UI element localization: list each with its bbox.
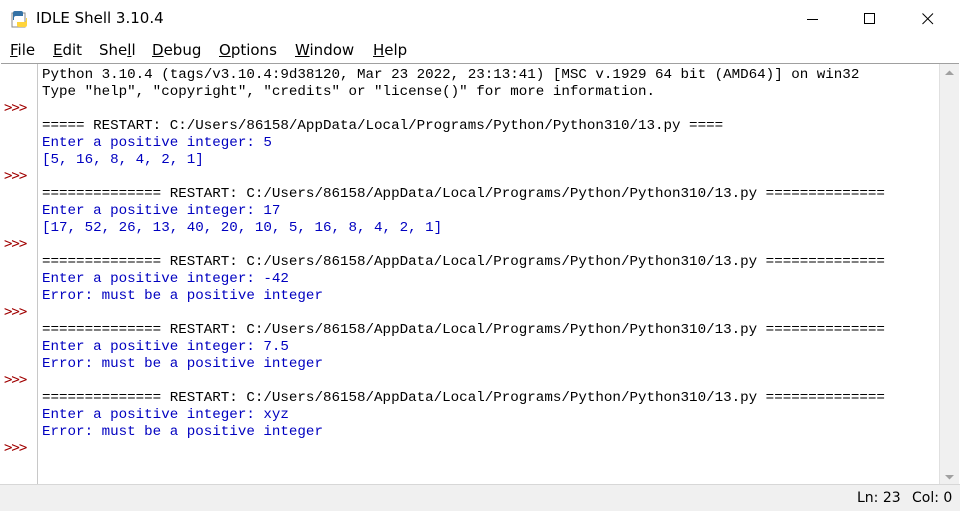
- shell-prompt: >>>: [4, 168, 27, 184]
- shell-editor[interactable]: >>> >>> >>> >>> >>> >>> Python 3.10.4 (t…: [1, 63, 959, 485]
- window-title: IDLE Shell 3.10.4: [36, 9, 164, 27]
- shell-prompt: >>>: [4, 304, 27, 320]
- stdout-line: [5, 16, 8, 4, 2, 1]: [42, 152, 204, 168]
- shell-line: Python 3.10.4 (tags/v3.10.4:9d38120, Mar…: [42, 67, 860, 83]
- maximize-icon: [864, 13, 875, 24]
- menu-window[interactable]: Window: [295, 41, 354, 59]
- menu-debug[interactable]: Debug: [152, 41, 201, 59]
- shell-line: ============== RESTART: C:/Users/86158/A…: [42, 186, 885, 202]
- close-button[interactable]: [899, 0, 957, 38]
- scroll-up-button[interactable]: [940, 64, 959, 81]
- shell-prompt: >>>: [4, 236, 27, 252]
- stdout-line: [17, 52, 26, 13, 40, 20, 10, 5, 16, 8, 4…: [42, 220, 443, 236]
- shell-line: Type "help", "copyright", "credits" or "…: [42, 84, 655, 100]
- shell-output[interactable]: Python 3.10.4 (tags/v3.10.4:9d38120, Mar…: [42, 67, 937, 485]
- stdout-line: Error: must be a positive integer: [42, 288, 323, 304]
- shell-line: ============== RESTART: C:/Users/86158/A…: [42, 254, 885, 270]
- scroll-down-icon: [945, 474, 954, 479]
- status-col: Col: 0: [912, 490, 953, 506]
- vertical-scrollbar[interactable]: [939, 64, 959, 485]
- shell-line: ============== RESTART: C:/Users/86158/A…: [42, 322, 885, 338]
- shell-prompt: >>>: [4, 372, 27, 388]
- python-idle-icon: [11, 10, 29, 28]
- shell-line: ============== RESTART: C:/Users/86158/A…: [42, 390, 885, 406]
- stdout-line: Enter a positive integer: 17: [42, 203, 281, 219]
- menu-edit[interactable]: Edit: [53, 41, 82, 59]
- stdout-line: Enter a positive integer: 7.5: [42, 339, 289, 355]
- stdout-line: Error: must be a positive integer: [42, 424, 323, 440]
- maximize-button[interactable]: [841, 0, 899, 38]
- title-bar: IDLE Shell 3.10.4: [0, 0, 960, 38]
- menu-help[interactable]: Help: [373, 41, 407, 59]
- stdout-line: Enter a positive integer: 5: [42, 135, 272, 151]
- stdout-line: Enter a positive integer: -42: [42, 271, 289, 287]
- shell-line: ===== RESTART: C:/Users/86158/AppData/Lo…: [42, 118, 724, 134]
- shell-prompt: >>>: [4, 100, 27, 116]
- scroll-down-button[interactable]: [940, 468, 959, 485]
- stdout-line: Error: must be a positive integer: [42, 356, 323, 372]
- close-icon: [922, 13, 934, 25]
- prompt-gutter: >>> >>> >>> >>> >>> >>>: [1, 64, 38, 485]
- status-line: Ln: 23: [857, 490, 901, 506]
- stdout-line: Enter a positive integer: xyz: [42, 407, 289, 423]
- menu-file[interactable]: File: [10, 41, 35, 59]
- minimize-icon: [807, 19, 818, 20]
- menu-shell[interactable]: Shell: [99, 41, 136, 59]
- status-bar: Ln: 23 Col: 0: [0, 484, 960, 511]
- shell-prompt: >>>: [4, 440, 27, 456]
- menu-options[interactable]: Options: [219, 41, 277, 59]
- minimize-button[interactable]: [784, 0, 842, 38]
- scroll-up-icon: [945, 70, 954, 75]
- menu-bar: File Edit Shell Debug Options Window Hel…: [0, 38, 960, 63]
